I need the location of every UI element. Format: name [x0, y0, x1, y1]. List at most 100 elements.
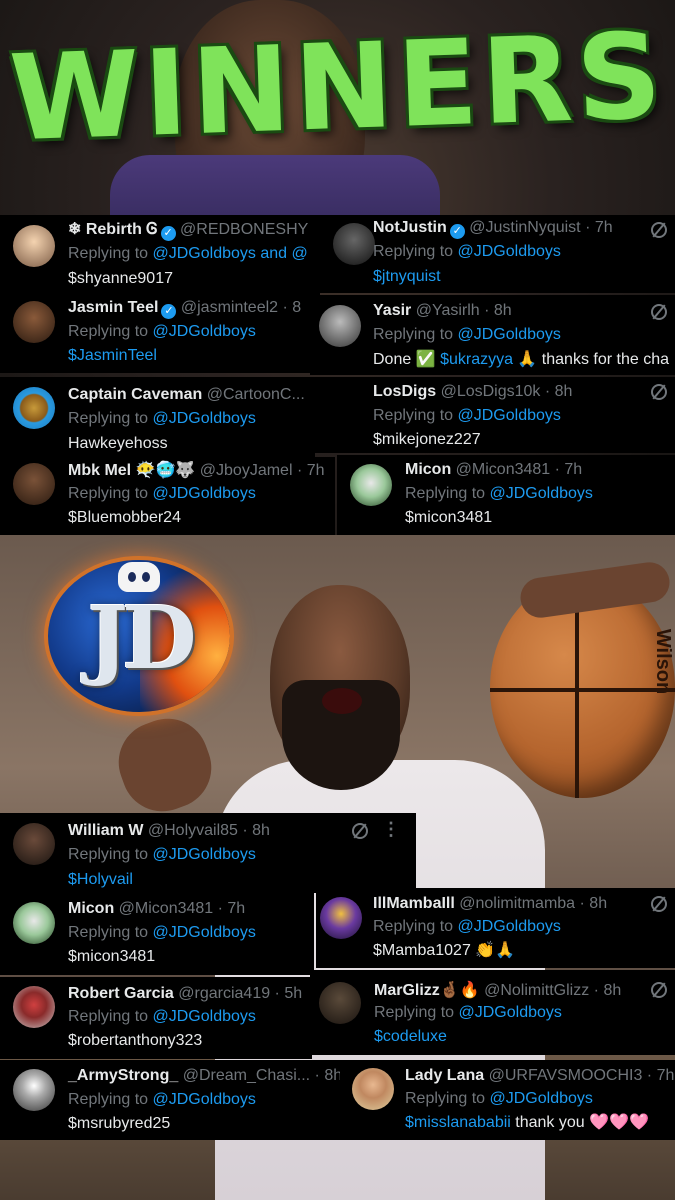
user-handle[interactable]: @CartoonC... [207, 386, 305, 403]
tweet-header: MarGlizz🤞🏾🔥 @NolimittGlizz · 8h [374, 981, 621, 1001]
cashtag-link[interactable]: $misslanababii [405, 1114, 511, 1131]
mention-link[interactable]: @JDGoldboys [490, 1090, 593, 1107]
mention-link[interactable]: @JDGoldboys [153, 485, 256, 502]
mention-link[interactable]: @JDGoldboys [458, 918, 561, 935]
avatar[interactable] [333, 223, 375, 265]
avatar[interactable] [13, 301, 55, 343]
user-handle[interactable]: @JboyJamel [200, 462, 293, 479]
avatar[interactable] [13, 463, 55, 505]
logo-text: JD [87, 588, 196, 689]
avatar[interactable] [350, 464, 392, 506]
mention-link[interactable]: @JDGoldboys [153, 410, 256, 427]
replying-line: Replying to @JDGoldboys [68, 923, 256, 943]
tweet-text[interactable]: $jtnyquist [373, 267, 441, 287]
tweet-card[interactable]: Micon @Micon3481 · 7h Replying to @JDGol… [0, 893, 314, 975]
user-handle[interactable]: @Dream_Chasi... [183, 1067, 310, 1084]
avatar[interactable] [13, 387, 55, 429]
mention-link[interactable]: @JDGoldboys [153, 1008, 256, 1025]
tweet-text: $mikejonez227 [373, 431, 481, 448]
display-name[interactable]: _ArmyStrong_ [68, 1067, 178, 1084]
replying-line: Replying to @JDGoldboys [68, 409, 256, 429]
user-handle[interactable]: @Micon3481 [456, 461, 551, 478]
mention-link[interactable]: @JDGoldboys [458, 243, 561, 260]
avatar[interactable] [13, 1069, 55, 1111]
tweet-text[interactable]: $JasminTeel [68, 346, 157, 366]
avatar[interactable] [13, 986, 55, 1028]
tweet-card[interactable]: Yasir @Yasirlh · 8h Replying to @JDGoldb… [310, 295, 675, 375]
avatar[interactable] [352, 1068, 394, 1110]
mention-link[interactable]: @JDGoldboys [153, 846, 256, 863]
display-name[interactable]: Micon [405, 461, 451, 478]
display-name[interactable]: NotJustin [373, 219, 447, 236]
avatar[interactable] [13, 225, 55, 267]
replying-prefix: Replying to [68, 323, 153, 340]
display-name[interactable]: ❄ Rebirth Ꮆ [68, 221, 158, 238]
tweet-card[interactable]: Robert Garcia @rgarcia419 · 5h Replying … [0, 977, 312, 1059]
tweet-card[interactable]: NotJustin ✓ @JustinNyquist · 7h Replying … [320, 215, 675, 293]
tweet-card[interactable]: Jasmin Teel ✓ @jasminteel2 · 8 Replying t… [0, 295, 310, 373]
mention-link[interactable]: @JDGoldboys [490, 485, 593, 502]
mention-link[interactable]: @JDGoldboys and @ [153, 245, 308, 262]
display-name[interactable]: MarGlizz🤞🏾🔥 [374, 982, 480, 999]
user-handle[interactable]: @Yasirlh [416, 302, 480, 319]
tweet-card[interactable]: _ArmyStrong_ @Dream_Chasi... · 8h Replyi… [0, 1060, 340, 1140]
avatar[interactable] [320, 897, 362, 939]
tweet-time: · 8h [237, 822, 270, 839]
mention-link[interactable]: @JDGoldboys [153, 924, 256, 941]
tweet-card[interactable]: LosDigs @LosDigs10k · 8h Replying to @JD… [315, 377, 675, 453]
tweet-card[interactable]: ❄ Rebirth Ꮆ ✓ @REDBONESHY Replying to @JD… [0, 215, 320, 295]
user-handle[interactable]: @Micon3481 [119, 900, 214, 917]
user-handle[interactable]: @rgarcia419 [178, 985, 270, 1002]
mention-link[interactable]: @JDGoldboys [458, 407, 561, 424]
avatar[interactable] [315, 387, 355, 429]
user-handle[interactable]: @URFAVSMOOCHI3 [489, 1067, 643, 1084]
mention-link[interactable]: @JDGoldboys [153, 1091, 256, 1108]
avatar[interactable] [13, 823, 55, 865]
display-name[interactable]: Captain Caveman [68, 386, 202, 403]
nobot-icon[interactable] [352, 823, 368, 839]
tweet-card[interactable]: Lady Lana @URFAVSMOOCHI3 · 7h Replying t… [340, 1060, 675, 1140]
tweet-card[interactable]: Mbk Mel 😶‍🌫️🥶🐺 @JboyJamel · 7h Replying … [0, 457, 335, 535]
display-name[interactable]: IllMambaIll [373, 895, 455, 912]
display-name[interactable]: Micon [68, 900, 114, 917]
display-name[interactable]: Mbk Mel 😶‍🌫️🥶🐺 [68, 462, 195, 479]
user-handle[interactable]: @REDBONESHY [180, 221, 308, 238]
tweet-header: Yasir @Yasirlh · 8h [373, 301, 512, 321]
tweet-header: Lady Lana @URFAVSMOOCHI3 · 7h [405, 1066, 674, 1086]
display-name[interactable]: LosDigs [373, 383, 436, 400]
tweet-card[interactable]: Captain Caveman @CartoonC... Replying to… [0, 377, 315, 457]
mention-link[interactable]: @JDGoldboys [458, 326, 561, 343]
user-handle[interactable]: @Holyvail85 [148, 822, 238, 839]
nobot-icon[interactable] [651, 982, 667, 998]
display-name[interactable]: Robert Garcia [68, 985, 174, 1002]
tweet-text[interactable]: $Holyvail [68, 870, 133, 890]
basketball-brand: Wilson [652, 628, 675, 695]
display-name[interactable]: Lady Lana [405, 1067, 484, 1084]
user-handle[interactable]: @NolimittGlizz [484, 982, 589, 999]
tweet-card[interactable]: MarGlizz🤞🏾🔥 @NolimittGlizz · 8h Replying… [310, 970, 675, 1055]
tweet-card[interactable]: IllMambaIll @nolimitmamba · 8h Replying … [316, 888, 675, 968]
user-handle[interactable]: @JustinNyquist [469, 219, 580, 236]
tweet-text: $misslanababii thank you 🩷🩷🩷 [405, 1113, 649, 1133]
more-icon[interactable]: ⋮ [382, 819, 400, 840]
nobot-icon[interactable] [651, 384, 667, 400]
nobot-icon[interactable] [651, 222, 667, 238]
tweet-card[interactable]: Micon @Micon3481 · 7h Replying to @JDGol… [337, 455, 675, 535]
nobot-icon[interactable] [651, 896, 667, 912]
replying-prefix: Replying to [68, 485, 153, 502]
mention-link[interactable]: @JDGoldboys [153, 323, 256, 340]
user-handle[interactable]: @jasminteel2 [181, 299, 278, 316]
display-name[interactable]: William W [68, 822, 143, 839]
display-name[interactable]: Jasmin Teel [68, 299, 158, 316]
avatar[interactable] [13, 902, 55, 944]
tweet-card[interactable]: William W @Holyvail85 · 8h ⋮ Replying to… [0, 813, 416, 893]
avatar[interactable] [319, 982, 361, 1024]
tweet-text[interactable]: $codeluxe [374, 1027, 447, 1047]
user-handle[interactable]: @nolimitmamba [459, 895, 575, 912]
user-handle[interactable]: @LosDigs10k [441, 383, 541, 400]
nobot-icon[interactable] [651, 304, 667, 320]
display-name[interactable]: Yasir [373, 302, 411, 319]
avatar[interactable] [319, 305, 361, 347]
mention-link[interactable]: @JDGoldboys [459, 1004, 562, 1021]
cashtag-link[interactable]: $ukrazyya [440, 351, 513, 368]
